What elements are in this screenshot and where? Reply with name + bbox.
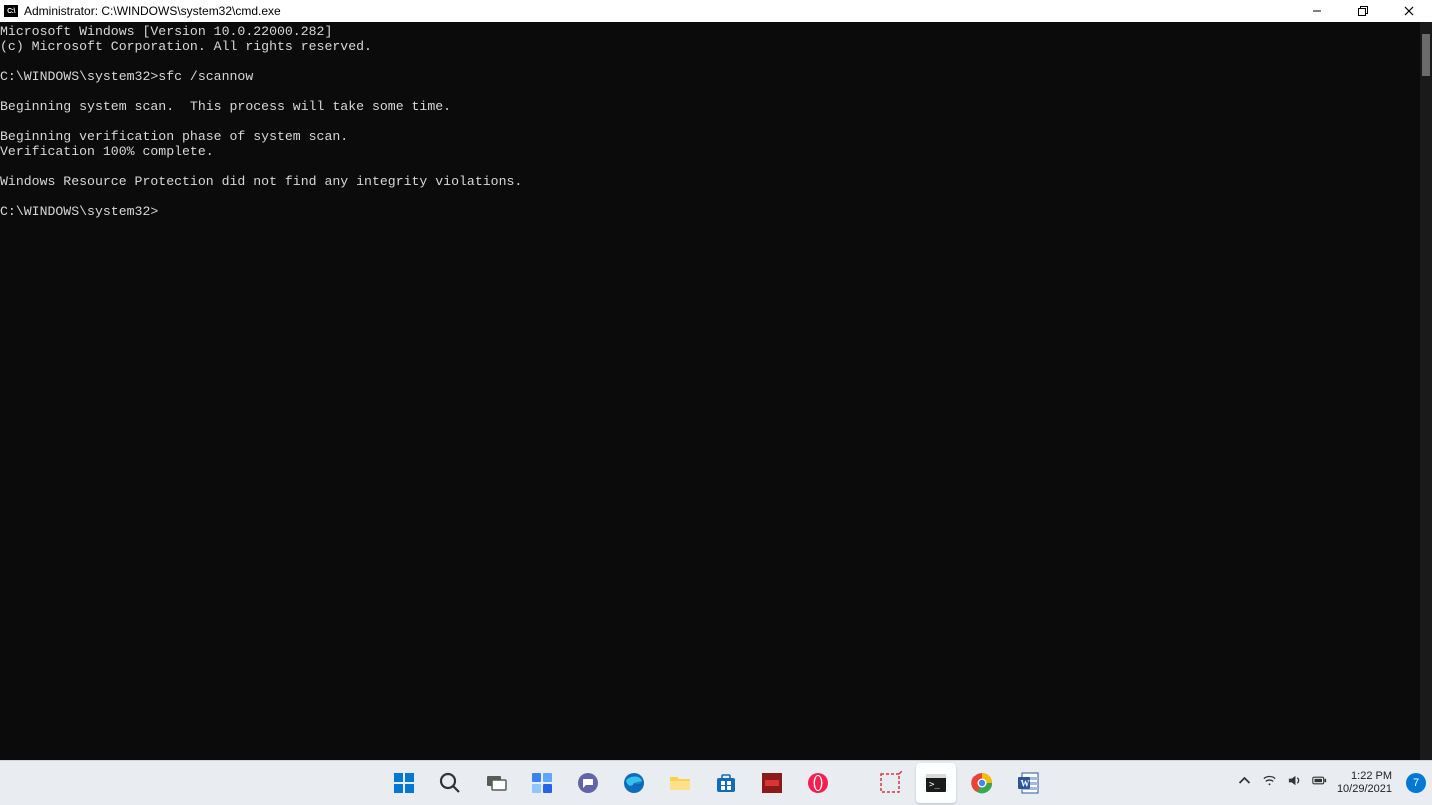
- close-button[interactable]: [1386, 0, 1432, 22]
- svg-text:>_: >_: [929, 780, 940, 790]
- taskbar-snip[interactable]: [870, 763, 910, 803]
- system-tray: 1:22 PM 10/29/2021 7: [1237, 761, 1426, 805]
- window-title: Administrator: C:\WINDOWS\system32\cmd.e…: [24, 4, 281, 18]
- wifi-icon[interactable]: [1262, 773, 1277, 793]
- tray-date: 10/29/2021: [1337, 783, 1392, 796]
- taskbar-word[interactable]: W: [1008, 763, 1048, 803]
- taskbar-chat[interactable]: [568, 763, 608, 803]
- taskbar-file-explorer[interactable]: [660, 763, 700, 803]
- minimize-button[interactable]: [1294, 0, 1340, 22]
- taskbar-task-view[interactable]: [476, 763, 516, 803]
- taskbar-security[interactable]: [752, 763, 792, 803]
- tray-time: 1:22 PM: [1337, 770, 1392, 783]
- terminal-window: Microsoft Windows [Version 10.0.22000.28…: [0, 22, 1432, 760]
- taskbar-microsoft-store[interactable]: [706, 763, 746, 803]
- svg-text:W: W: [1021, 779, 1030, 789]
- taskbar-start[interactable]: [384, 763, 424, 803]
- taskbar-search[interactable]: [430, 763, 470, 803]
- taskbar-apps: >_ W: [384, 761, 1048, 805]
- taskbar: >_ W 1:22 PM 10/29/2021: [0, 760, 1432, 805]
- window-controls: [1294, 0, 1432, 22]
- tray-overflow-icon[interactable]: [1237, 773, 1252, 793]
- battery-icon[interactable]: [1312, 773, 1327, 793]
- taskbar-chrome[interactable]: [962, 763, 1002, 803]
- maximize-button[interactable]: [1340, 0, 1386, 22]
- taskbar-cmd[interactable]: >_: [916, 763, 956, 803]
- taskbar-edge[interactable]: [614, 763, 654, 803]
- window-titlebar: C:\ Administrator: C:\WINDOWS\system32\c…: [0, 0, 1432, 22]
- taskbar-opera[interactable]: [798, 763, 838, 803]
- tray-clock[interactable]: 1:22 PM 10/29/2021: [1337, 770, 1392, 796]
- notifications-badge[interactable]: 7: [1406, 773, 1426, 793]
- scrollbar-track[interactable]: [1420, 22, 1432, 760]
- cmd-icon: C:\: [4, 5, 18, 17]
- terminal-output[interactable]: Microsoft Windows [Version 10.0.22000.28…: [0, 22, 1420, 760]
- taskbar-widgets[interactable]: [522, 763, 562, 803]
- volume-icon[interactable]: [1287, 773, 1302, 793]
- scrollbar-thumb[interactable]: [1422, 34, 1430, 76]
